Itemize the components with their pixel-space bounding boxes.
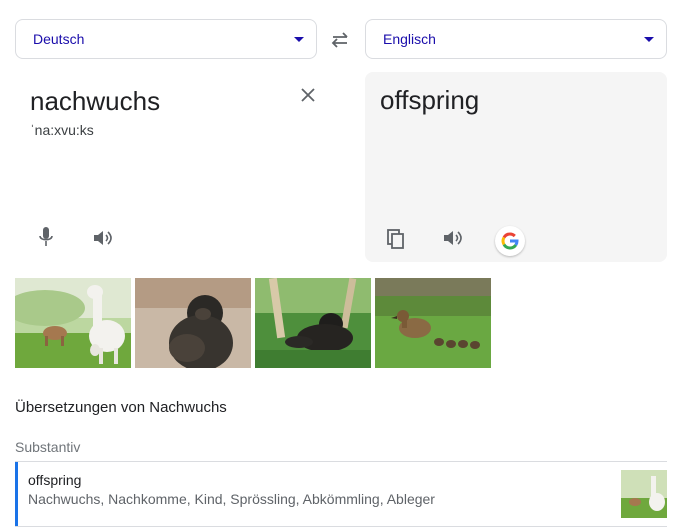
image-gorilla-2[interactable] xyxy=(255,278,371,368)
image-alpaca[interactable] xyxy=(15,278,131,368)
target-language-label: Englisch xyxy=(383,31,436,47)
chevron-down-icon xyxy=(294,36,304,42)
google-translate-button[interactable] xyxy=(495,226,525,256)
entry-image[interactable] xyxy=(621,470,667,518)
source-text-input[interactable]: nachwuchs xyxy=(30,86,160,117)
source-listen-button[interactable] xyxy=(92,228,114,253)
gorilla-photo xyxy=(135,278,251,368)
translation-synonyms: Nachwuchs, Nachkomme, Kind, Sprössling, … xyxy=(28,491,435,507)
google-logo-icon xyxy=(501,232,519,250)
translations-heading: Übersetzungen von Nachwuchs xyxy=(15,399,227,416)
image-gorilla-1[interactable] xyxy=(135,278,251,368)
image-duck[interactable] xyxy=(375,278,491,368)
source-language-label: Deutsch xyxy=(33,31,85,47)
target-listen-button[interactable] xyxy=(442,228,464,253)
divider xyxy=(15,526,667,527)
chevron-down-icon xyxy=(644,36,654,42)
target-language-select[interactable]: Englisch xyxy=(365,19,667,59)
close-icon xyxy=(301,88,315,102)
copy-icon xyxy=(387,229,404,249)
source-text-panel[interactable]: nachwuchs ˈna:xvu:ks xyxy=(15,72,350,262)
translation-word: offspring xyxy=(28,472,82,488)
target-text: offspring xyxy=(380,85,480,115)
target-text-panel: offspring xyxy=(365,72,667,262)
microphone-button[interactable] xyxy=(37,226,55,253)
source-language-select[interactable]: Deutsch xyxy=(15,19,317,59)
part-of-speech-label: Substantiv xyxy=(15,439,81,455)
translation-entry[interactable]: offspring Nachwuchs, Nachkomme, Kind, Sp… xyxy=(15,462,667,526)
duck-photo xyxy=(375,278,491,368)
clear-text-button[interactable] xyxy=(299,86,317,104)
alpaca-photo xyxy=(15,278,131,368)
alpaca-photo xyxy=(621,470,667,518)
copy-button[interactable] xyxy=(386,228,406,255)
swap-horizontal-icon xyxy=(331,32,348,48)
image-strip xyxy=(15,278,491,368)
gorilla-photo xyxy=(255,278,371,368)
microphone-icon xyxy=(39,227,53,246)
speaker-icon xyxy=(444,231,462,245)
swap-languages-button[interactable] xyxy=(326,28,354,52)
source-phonetic: ˈna:xvu:ks xyxy=(30,122,94,138)
speaker-icon xyxy=(94,231,112,245)
